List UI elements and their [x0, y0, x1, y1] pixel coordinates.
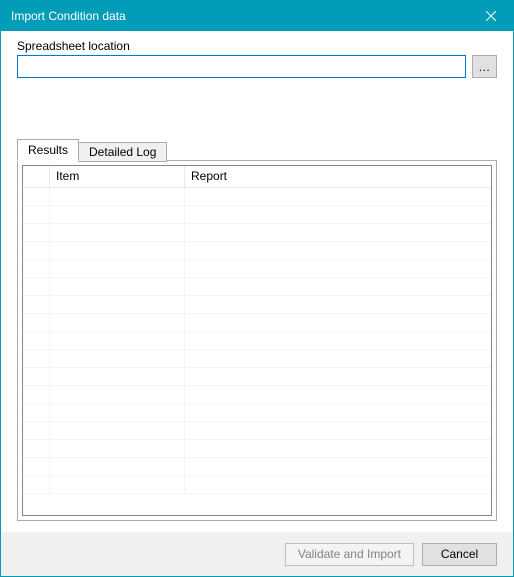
table-row — [23, 188, 491, 206]
dialog-footer: Validate and Import Cancel — [1, 531, 513, 576]
column-header-status[interactable] — [23, 166, 50, 187]
dialog-window: Import Condition data Spreadsheet locati… — [0, 0, 514, 577]
location-row: ... — [17, 55, 497, 78]
spreadsheet-location-input[interactable] — [17, 55, 466, 78]
table-row — [23, 458, 491, 476]
table-row — [23, 332, 491, 350]
table-row — [23, 206, 491, 224]
title-bar: Import Condition data — [1, 1, 513, 31]
table-row — [23, 350, 491, 368]
cancel-button[interactable]: Cancel — [422, 543, 497, 566]
column-header-report[interactable]: Report — [185, 166, 491, 187]
window-title: Import Condition data — [11, 9, 469, 23]
close-button[interactable] — [469, 1, 513, 31]
close-icon — [486, 11, 496, 21]
validate-and-import-button[interactable]: Validate and Import — [285, 543, 414, 566]
table-row — [23, 404, 491, 422]
table-row — [23, 440, 491, 458]
table-row — [23, 224, 491, 242]
tab-panel-results: Item Report — [17, 160, 497, 521]
browse-button[interactable]: ... — [472, 55, 497, 78]
tab-strip: Results Detailed Log — [17, 138, 497, 160]
table-row — [23, 260, 491, 278]
column-header-item[interactable]: Item — [50, 166, 185, 187]
table-row — [23, 476, 491, 494]
table-row — [23, 296, 491, 314]
tab-detailed-log[interactable]: Detailed Log — [78, 142, 167, 162]
table-row — [23, 242, 491, 260]
table-row — [23, 422, 491, 440]
grid-body — [23, 188, 491, 515]
grid-header: Item Report — [23, 166, 491, 188]
table-row — [23, 368, 491, 386]
results-grid: Item Report — [22, 165, 492, 516]
table-row — [23, 314, 491, 332]
tab-results[interactable]: Results — [17, 139, 79, 161]
spreadsheet-location-label: Spreadsheet location — [17, 39, 497, 53]
table-row — [23, 386, 491, 404]
table-row — [23, 278, 491, 296]
content-area: Spreadsheet location ... Results Detaile… — [1, 31, 513, 531]
